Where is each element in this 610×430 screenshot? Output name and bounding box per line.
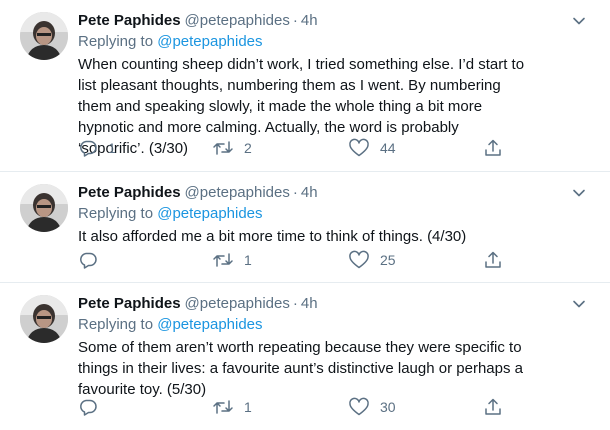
tweet-text: Some of them aren’t worth repeating beca… <box>78 339 523 398</box>
replying-to-label: Replying to <box>78 205 154 222</box>
author-name[interactable]: Pete Paphides <box>78 295 181 312</box>
tweet-header: Pete Paphides @petepaphides · 4h <box>78 182 586 203</box>
retweet-icon <box>213 400 233 414</box>
reply-icon <box>80 252 97 269</box>
retweet-button[interactable]: 1 <box>212 396 252 418</box>
reply-icon <box>80 140 97 157</box>
like-icon <box>349 397 369 416</box>
like-count: 44 <box>380 140 396 156</box>
chevron-down-icon[interactable] <box>570 12 588 30</box>
avatar[interactable] <box>20 12 68 60</box>
reply-button[interactable] <box>78 396 108 418</box>
avatar[interactable] <box>20 184 68 232</box>
author-name[interactable]: Pete Paphides <box>78 184 181 201</box>
separator-dot: · <box>292 184 298 201</box>
separator-dot: · <box>292 12 298 29</box>
retweet-icon <box>213 253 233 267</box>
retweet-count: 1 <box>244 252 252 268</box>
retweet-count: 1 <box>244 399 252 415</box>
avatar[interactable] <box>20 295 68 343</box>
tweet-actions: 1 30 <box>78 396 610 418</box>
replying-to-link[interactable]: @petepaphides <box>157 205 262 222</box>
like-button[interactable]: 44 <box>348 137 396 159</box>
tweet-actions: 1 2 44 <box>78 137 610 159</box>
reply-count: 1 <box>108 140 116 156</box>
share-icon <box>485 251 501 268</box>
like-icon <box>349 138 369 157</box>
replying-to-link[interactable]: @petepaphides <box>157 33 262 50</box>
retweet-count: 2 <box>244 140 252 156</box>
author-name[interactable]: Pete Paphides <box>78 12 181 29</box>
like-count: 25 <box>380 252 396 268</box>
replying-to-label: Replying to <box>78 316 154 333</box>
retweet-button[interactable]: 2 <box>212 137 252 159</box>
tweet[interactable]: Pete Paphides @petepaphides · 4h Replying t… <box>0 0 610 172</box>
author-handle[interactable]: @petepaphides <box>185 12 290 29</box>
share-button[interactable] <box>483 396 503 418</box>
replying-to: Replying to @petepaphides <box>78 31 586 52</box>
chevron-down-icon[interactable] <box>570 295 588 313</box>
share-button[interactable] <box>483 137 503 159</box>
reply-button[interactable] <box>78 249 108 271</box>
timestamp[interactable]: 4h <box>301 12 318 29</box>
separator-dot: · <box>292 295 298 312</box>
share-button[interactable] <box>483 249 503 271</box>
reply-button[interactable]: 1 <box>78 137 116 159</box>
like-icon <box>349 250 369 269</box>
tweet-thread: Pete Paphides @petepaphides · 4h Replying t… <box>0 0 610 430</box>
reply-icon <box>80 399 97 416</box>
retweet-icon <box>213 141 233 155</box>
share-icon <box>485 139 501 156</box>
tweet-actions: 1 25 <box>78 249 610 271</box>
share-icon <box>485 398 501 415</box>
replying-to: Replying to @petepaphides <box>78 203 586 224</box>
tweet[interactable]: Pete Paphides @petepaphides · 4h Replying t… <box>0 283 610 430</box>
replying-to-link[interactable]: @petepaphides <box>157 316 262 333</box>
tweet-header: Pete Paphides @petepaphides · 4h <box>78 10 586 31</box>
chevron-down-icon[interactable] <box>570 184 588 202</box>
like-button[interactable]: 25 <box>348 249 396 271</box>
author-handle[interactable]: @petepaphides <box>185 184 290 201</box>
replying-to: Replying to @petepaphides <box>78 314 586 335</box>
timestamp[interactable]: 4h <box>301 184 318 201</box>
tweet-text: It also afforded me a bit more time to t… <box>78 228 467 245</box>
replying-to-label: Replying to <box>78 33 154 50</box>
author-handle[interactable]: @petepaphides <box>185 295 290 312</box>
tweet[interactable]: Pete Paphides @petepaphides · 4h Replying t… <box>0 172 610 283</box>
tweet-header: Pete Paphides @petepaphides · 4h <box>78 293 586 314</box>
like-button[interactable]: 30 <box>348 396 396 418</box>
like-count: 30 <box>380 399 396 415</box>
timestamp[interactable]: 4h <box>301 295 318 312</box>
retweet-button[interactable]: 1 <box>212 249 252 271</box>
